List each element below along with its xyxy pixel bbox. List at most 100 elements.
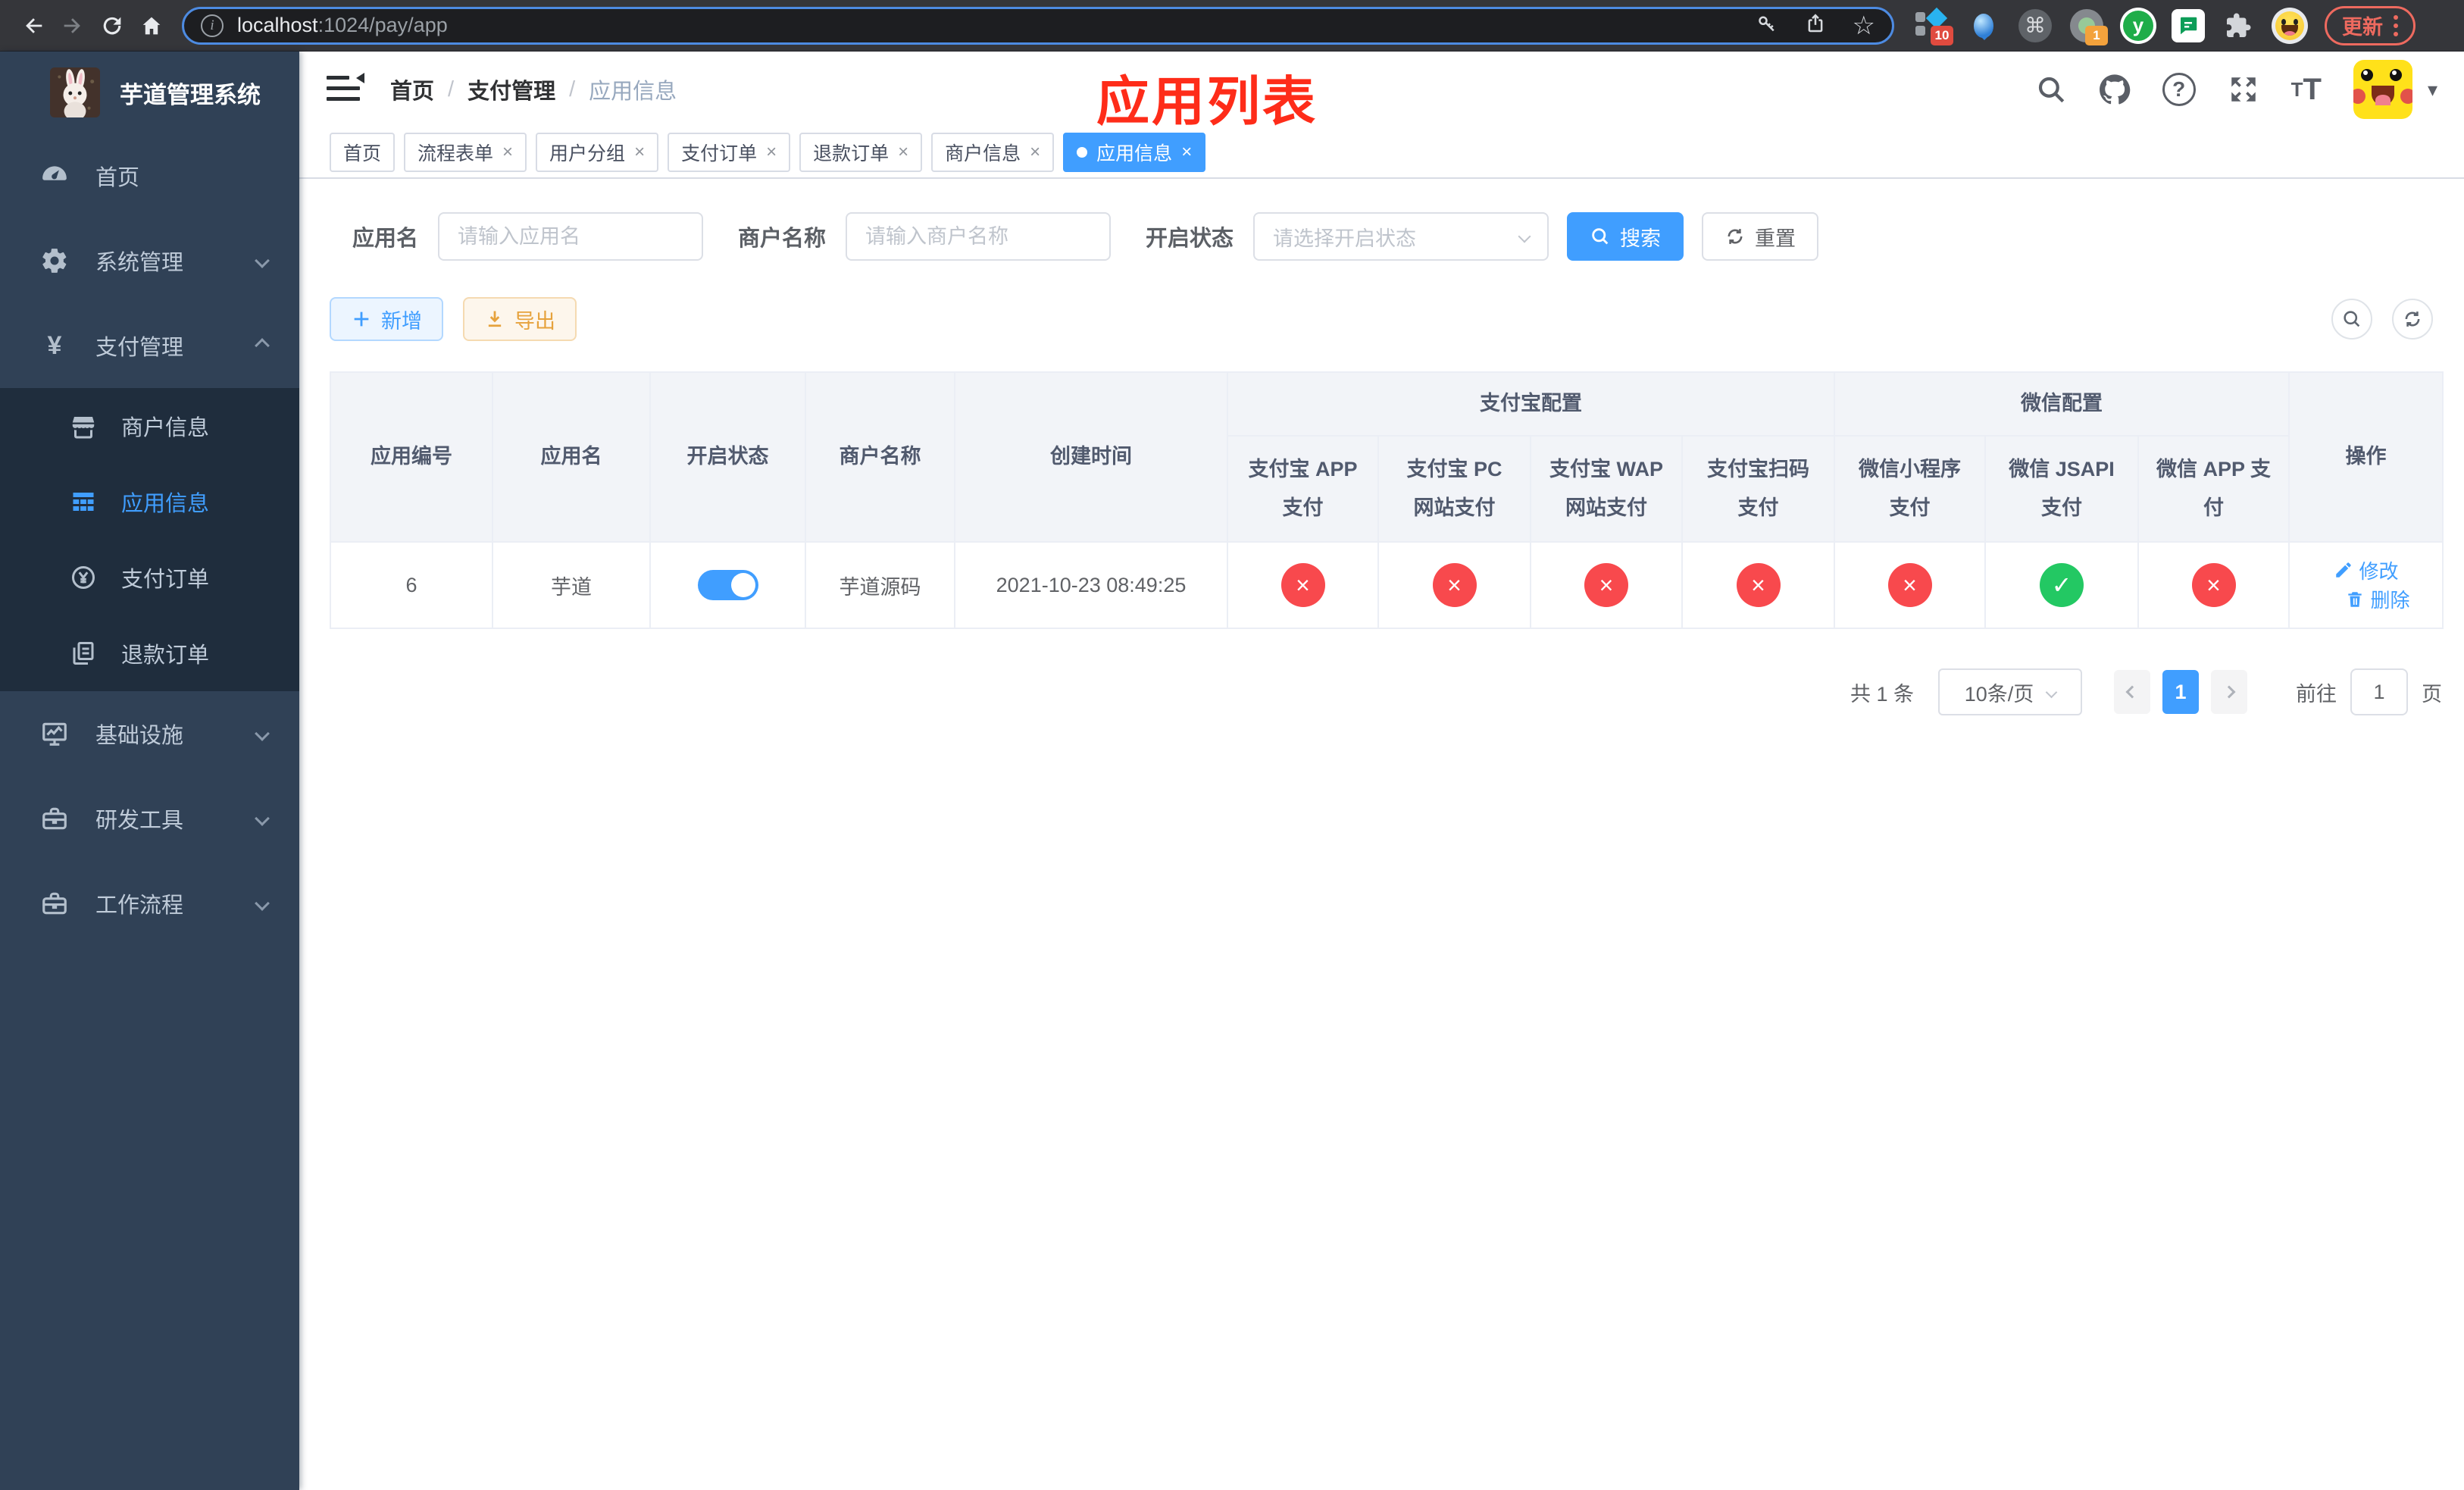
group-alipay-config: 支付宝配置 [1227,371,1835,437]
sidebar-item-payment[interactable]: ¥ 支付管理 [0,303,299,388]
extension-recorder-icon[interactable]: 1 [2068,8,2108,45]
extension-chat-icon[interactable] [2172,8,2205,42]
col-enabled: 开启状态 [649,371,806,543]
app-name-label: 应用名 [352,227,419,251]
filter-form: 应用名 商户名称 开启状态 请选择开启状态 搜索 重置 [330,212,2444,261]
close-icon[interactable]: × [502,142,513,163]
app-logo[interactable]: 芋道管理系统 [0,52,299,133]
col-app-name: 应用名 [492,371,651,543]
extension-balloon-icon[interactable] [1965,8,2002,44]
add-button[interactable]: 新增 [330,297,443,341]
sidebar-item-dev-tools[interactable]: 研发工具 [0,776,299,861]
content: 应用名 商户名称 开启状态 请选择开启状态 搜索 重置 新增 导出 [299,179,2464,1490]
show-search-toggle-button[interactable] [2331,299,2373,340]
site-info-icon[interactable]: i [201,14,224,37]
reset-button[interactable]: 重置 [1702,212,1819,261]
refresh-icon [1728,229,1743,244]
refresh-table-button[interactable] [2392,299,2434,340]
sidebar-item-home[interactable]: 首页 [0,133,299,218]
breadcrumb: 首页 / 支付管理 / 应用信息 [390,74,677,105]
sidebar-item-infrastructure[interactable]: 基础设施 [0,691,299,776]
home-icon[interactable] [132,6,171,45]
sidebar-item-merchant-info[interactable]: 商户信息 [0,388,299,464]
toolbox-icon [38,804,71,833]
col-wechat-jsapi: 微信 JSAPI 支付 [1984,435,2139,543]
breadcrumb-payment[interactable]: 支付管理 [467,74,555,105]
avatar-caret-icon: ▾ [2427,77,2438,101]
browser-update-button[interactable]: 更新 [2325,5,2416,45]
chevron-down-icon [255,896,270,911]
prev-page-button[interactable] [2114,670,2150,714]
tab-pay-order[interactable]: 支付订单 × [668,133,791,172]
tab-refund-order[interactable]: 退款订单 × [799,133,923,172]
browser-menu-icon[interactable] [2394,14,2398,36]
next-page-button[interactable] [2211,670,2247,714]
sidebar: 芋道管理系统 首页 系统管理 ¥ 支付管理 商户信息 应用信息 支付订单 退款订… [0,52,299,1490]
close-icon[interactable]: × [1181,142,1192,163]
navbar: 首页 / 支付管理 / 应用信息 应用列表 ? TT ▾ [299,52,2464,131]
alipay-app-status-icon: × [1280,563,1325,607]
tab-app-info[interactable]: 应用信息 × [1063,133,1206,172]
search-button[interactable]: 搜索 [1567,212,1684,261]
extension-badge: 1 [2085,25,2108,45]
plus-icon [354,311,369,327]
cell-create-time: 2021-10-23 08:49:25 [954,541,1228,629]
sidebar-item-pay-order[interactable]: 支付订单 [0,540,299,615]
share-icon[interactable] [1804,12,1827,39]
goto-page-input[interactable] [2350,668,2408,715]
merchant-name-input[interactable] [846,212,1112,261]
header-search-icon[interactable] [2035,74,2067,105]
screen: i localhost:1024/pay/app ☆ 10 ⌘ 1 y 更新 芋… [0,0,2464,1490]
sidebar-item-refund-order[interactable]: 退款订单 [0,615,299,691]
close-icon[interactable]: × [766,142,777,163]
export-button[interactable]: 导出 [463,297,577,341]
download-icon [488,311,502,327]
search-icon [1592,228,1609,245]
password-key-icon[interactable] [1756,12,1778,39]
sidebar-item-workflow[interactable]: 工作流程 [0,861,299,946]
close-icon[interactable]: × [898,142,908,163]
address-bar[interactable]: i localhost:1024/pay/app ☆ [182,6,1894,45]
sidebar-item-system[interactable]: 系统管理 [0,218,299,303]
page-size-select[interactable]: 10条/页 [1938,668,2082,715]
forward-icon[interactable] [53,6,92,45]
sidebar-item-app-info[interactable]: 应用信息 [0,464,299,540]
close-icon[interactable]: × [634,142,645,163]
status-select[interactable]: 请选择开启状态 [1253,212,1549,261]
app-name-input[interactable] [438,212,704,261]
extensions-puzzle-icon[interactable] [2220,8,2256,44]
extension-command-icon[interactable]: ⌘ [2017,8,2053,44]
tab-merchant-info[interactable]: 商户信息 × [931,133,1055,172]
edit-link[interactable]: 修改 [2334,556,2399,584]
close-icon[interactable]: × [1030,142,1040,163]
col-alipay-qr: 支付宝扫码支付 [1681,435,1835,543]
tags-view-bar: 首页 流程表单 × 用户分组 × 支付订单 × 退款订单 × 商户信息 × 应用信息 × [299,127,2464,179]
user-avatar[interactable] [2353,60,2412,119]
reload-icon[interactable] [92,6,132,45]
payment-submenu: 商户信息 应用信息 支付订单 退款订单 [0,388,299,691]
tab-home[interactable]: 首页 [330,133,396,172]
font-size-icon[interactable]: TT [2291,73,2322,107]
chevron-down-icon [255,811,270,826]
bookmark-star-icon[interactable]: ☆ [1853,13,1875,39]
help-icon[interactable]: ? [2162,73,2196,106]
profile-avatar-icon[interactable] [2272,7,2308,44]
tab-user-group[interactable]: 用户分组 × [536,133,659,172]
back-icon[interactable] [14,6,53,45]
chevron-down-icon [1518,230,1531,243]
wechat-app-status-icon: × [2191,563,2236,607]
delete-link[interactable]: 删除 [2345,585,2410,613]
sidebar-collapse-icon[interactable] [327,73,364,106]
fullscreen-icon[interactable] [2228,74,2259,105]
alipay-qr-status-icon: × [1736,563,1781,607]
extension-devtools-icon[interactable]: 10 [1914,7,1953,45]
status-label: 开启状态 [1146,227,1234,251]
search-icon [2344,311,2360,327]
github-icon[interactable] [2099,74,2131,105]
tab-process-form[interactable]: 流程表单 × [404,133,527,172]
page-number-button[interactable]: 1 [2162,670,2199,714]
extension-y-icon[interactable]: y [2120,7,2156,44]
chevron-right-icon [2222,685,2236,699]
breadcrumb-home[interactable]: 首页 [390,74,434,105]
enabled-switch[interactable] [697,570,758,600]
